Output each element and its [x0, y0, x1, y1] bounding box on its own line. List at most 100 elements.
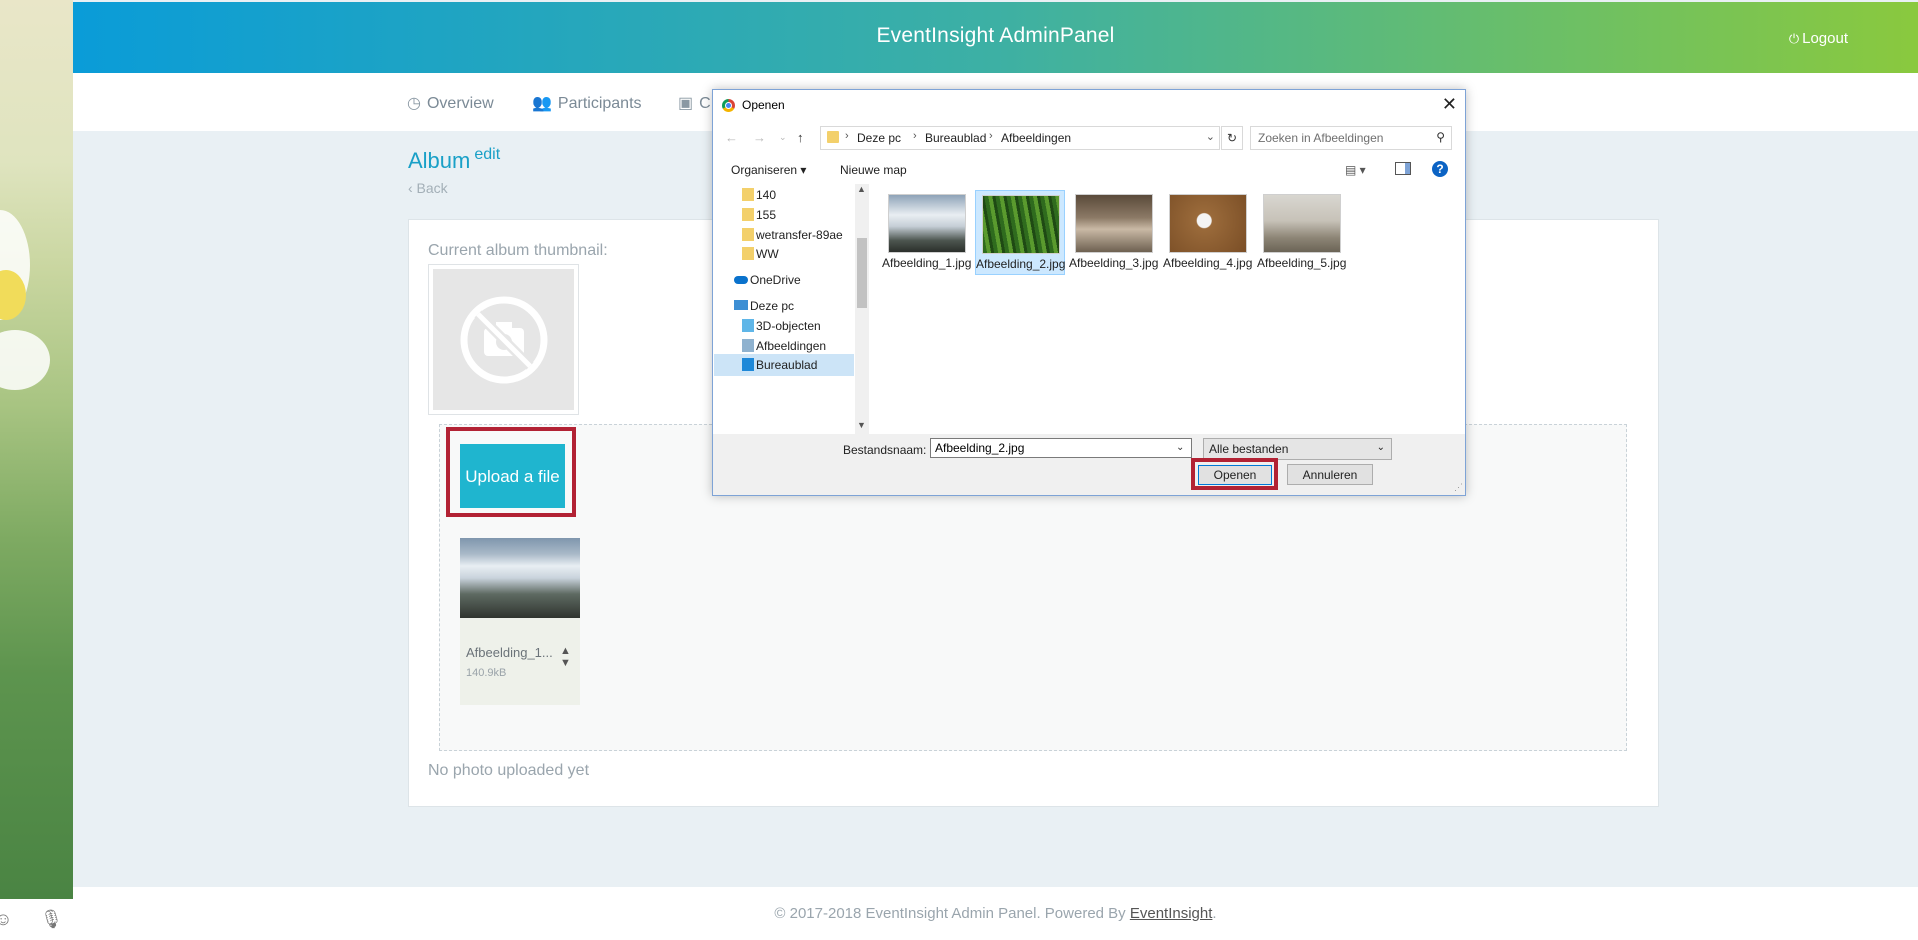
scrollbar-thumb[interactable] [857, 238, 867, 308]
tree-item-label: 155 [756, 208, 777, 222]
file-item[interactable]: Afbeelding_3.jpg [1069, 190, 1159, 273]
no-camera-icon [460, 296, 547, 383]
help-icon[interactable]: ? [1432, 161, 1448, 177]
footer-brand-link[interactable]: EventInsight [1130, 905, 1213, 922]
breadcrumb-separator: › [989, 130, 993, 142]
scroll-up-icon[interactable]: ▲ [857, 184, 866, 194]
search-placeholder: Zoeken in Afbeeldingen [1258, 131, 1384, 145]
file-thumbnail [888, 194, 966, 253]
upload-file-button[interactable]: Upload a file [460, 444, 565, 508]
tree-item[interactable]: 140 [714, 184, 854, 206]
nav-label: Overview [426, 95, 494, 112]
breadcrumb-afbeeldingen[interactable]: Afbeeldingen [1001, 131, 1071, 145]
file-thumbnail [982, 195, 1060, 254]
breadcrumb-separator: › [845, 130, 849, 142]
scroll-down-icon[interactable]: ▼ [857, 420, 866, 430]
nav-participants[interactable]: 👥 Participants [532, 93, 642, 113]
breadcrumb-separator: › [913, 130, 917, 142]
preview-pane-icon[interactable] [1395, 162, 1411, 175]
folder-icon [742, 208, 754, 221]
page-title-text: Album [408, 148, 471, 173]
dialog-title: Openen [742, 98, 785, 112]
app-title: EventInsight AdminPanel [876, 24, 1115, 47]
organize-label: Organiseren [731, 163, 798, 177]
tree-item-label: 140 [756, 188, 777, 202]
chevron-down-icon[interactable]: ⌄ [1176, 442, 1184, 453]
dialog-footer: Bestandsnaam: ⌄ Alle bestanden ⌄ Openen … [713, 434, 1465, 495]
no-photo-text: No photo uploaded yet [428, 762, 590, 779]
breadcrumb-bureaublad[interactable]: Bureaublad [925, 131, 986, 145]
tree-item[interactable]: 3D-objecten [714, 315, 854, 337]
back-link[interactable]: ‹ Back [408, 180, 448, 196]
page-footer: © 2017-2018 EventInsight Admin Panel. Po… [73, 887, 1918, 940]
up-arrow-icon[interactable]: ↑ [797, 130, 804, 145]
tree-scrollbar[interactable]: ▲ ▼ [855, 184, 869, 434]
file-type-select[interactable]: Alle bestanden ⌄ [1203, 438, 1392, 460]
nav-third[interactable]: ▣ C [678, 93, 711, 113]
tree-item[interactable]: WW [714, 243, 854, 265]
uploaded-file-name: Afbeelding_1... [466, 645, 553, 660]
tree-item-label: OneDrive [750, 273, 801, 287]
file-name: Afbeelding_2.jpg [976, 257, 1066, 271]
breadcrumb-deze-pc[interactable]: Deze pc [857, 131, 901, 145]
organize-menu[interactable]: Organiseren ▾ [731, 163, 806, 177]
file-item[interactable]: Afbeelding_1.jpg [882, 190, 972, 273]
nav-overview[interactable]: ◷ Overview [407, 93, 494, 113]
file-name: Afbeelding_4.jpg [1163, 256, 1253, 270]
cancel-button[interactable]: Annuleren [1287, 464, 1373, 485]
file-thumbnail [1263, 194, 1341, 253]
file-item[interactable]: Afbeelding_4.jpg [1163, 190, 1253, 273]
folder-icon [742, 188, 754, 201]
cloud-icon [734, 276, 748, 284]
file-item[interactable]: Afbeelding_5.jpg [1257, 190, 1346, 273]
users-icon: 👥 [532, 95, 552, 112]
edit-link[interactable]: edit [474, 146, 500, 163]
tree-item[interactable]: OneDrive [714, 269, 854, 291]
computer-icon [734, 300, 748, 310]
new-folder-button[interactable]: Nieuwe map [840, 163, 907, 177]
forward-arrow-icon[interactable]: → [753, 130, 766, 145]
open-button[interactable]: Openen [1198, 465, 1272, 485]
tree-item-label: Bureaublad [756, 358, 818, 372]
sort-icon[interactable]: ▲ ▼ [560, 645, 571, 669]
tree-item-label: 3D-objecten [756, 319, 821, 333]
chrome-icon [722, 99, 735, 112]
file-thumbnail [1075, 194, 1153, 253]
resize-grip-icon[interactable]: ⋰ [1454, 482, 1463, 493]
tree-item[interactable]: Deze pc [714, 295, 854, 317]
back-arrow-icon[interactable]: ← [725, 130, 738, 145]
file-item-selected[interactable]: Afbeelding_2.jpg [975, 190, 1065, 275]
bottom-left-toolbar: ☺ 🎙 [0, 899, 73, 940]
tree-item-label: Deze pc [750, 299, 795, 313]
folder-icon [827, 131, 839, 143]
footer-copyright: © 2017-2018 EventInsight Admin Panel. Po… [774, 905, 1130, 922]
footer-text: © 2017-2018 EventInsight Admin Panel. Po… [73, 905, 1918, 922]
uploaded-file-card: Afbeelding_1... ▲ ▼ 140.9kB [460, 538, 580, 705]
search-icon: ⚲ [1436, 130, 1445, 144]
file-name: Afbeelding_3.jpg [1069, 256, 1159, 270]
navigation-tree: 140 155 wetransfer-89ae WW OneDrive Deze… [714, 184, 869, 434]
refresh-icon[interactable]: ↻ [1221, 126, 1243, 150]
chevron-down-icon: ⌄ [1376, 442, 1385, 453]
logout-label: Logout [1802, 30, 1848, 47]
file-name: Afbeelding_1.jpg [882, 256, 972, 270]
logout-link[interactable]: ⏻ Logout [1789, 30, 1848, 47]
tree-item-selected[interactable]: Bureaublad [714, 354, 854, 376]
filename-input[interactable] [930, 438, 1192, 458]
dialog-toolbar: Organiseren ▾ Nieuwe map ▤ ▾ ? [713, 154, 1465, 184]
page-title: Album edit [408, 146, 500, 174]
history-chevron-icon[interactable]: ⌄ [779, 132, 787, 143]
filename-label: Bestandsnaam: [843, 443, 927, 457]
emoji-icon[interactable]: ☺ [0, 909, 12, 930]
dialog-titlebar: Openen ✕ [713, 90, 1465, 120]
uploaded-file-preview [460, 538, 580, 618]
view-options-icon[interactable]: ▤ ▾ [1345, 163, 1366, 177]
dialog-search-input[interactable]: Zoeken in Afbeeldingen ⚲ [1250, 126, 1452, 150]
flower-petal [0, 330, 50, 390]
close-icon[interactable]: ✕ [1442, 94, 1457, 115]
uploaded-file-size: 140.9kB [466, 667, 507, 679]
microphone-icon[interactable]: 🎙 [40, 909, 63, 930]
address-bar[interactable]: › Deze pc › Bureaublad › Afbeeldingen ⌄ [820, 126, 1220, 150]
tree-item[interactable]: 155 [714, 204, 854, 226]
chevron-down-icon[interactable]: ⌄ [1206, 130, 1215, 143]
